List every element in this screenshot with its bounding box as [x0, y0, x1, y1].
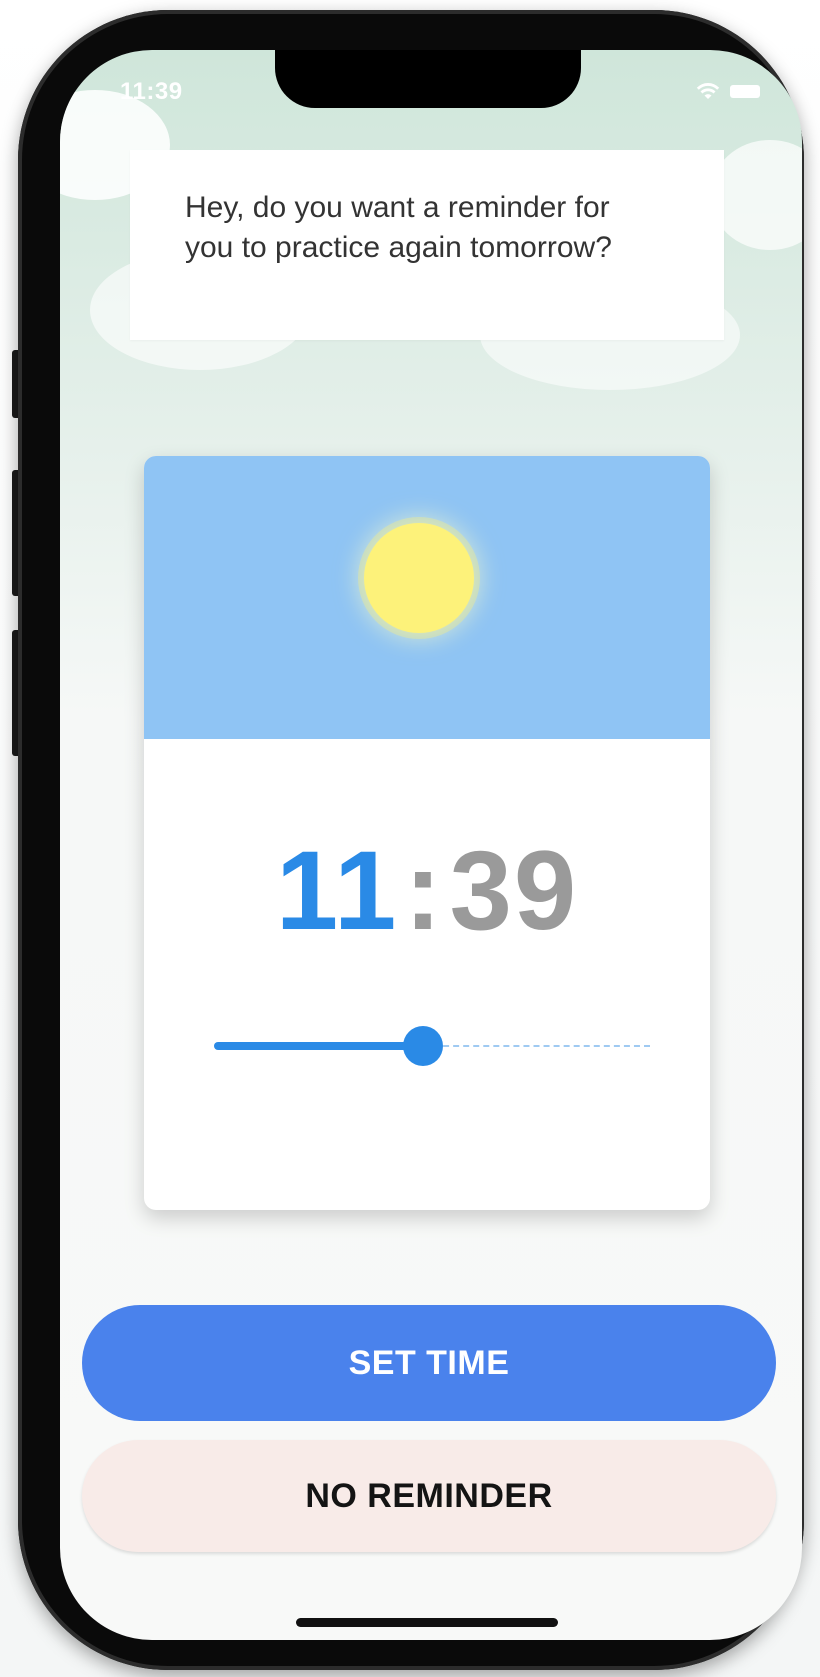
slider-thumb[interactable]: [403, 1026, 443, 1066]
sky-illustration: [144, 456, 710, 739]
time-minutes[interactable]: 39: [450, 828, 579, 953]
status-bar-icons: [696, 82, 760, 100]
set-time-button[interactable]: SET TIME: [82, 1305, 776, 1421]
time-slider[interactable]: [214, 1026, 650, 1066]
no-reminder-button[interactable]: NO REMINDER: [82, 1440, 776, 1552]
reminder-prompt-card: Hey, do you want a reminder for you to p…: [130, 150, 724, 340]
sun-icon: [364, 523, 474, 633]
time-picker-card: 11:39: [144, 456, 710, 1210]
time-separator: :: [404, 828, 444, 953]
device-mockup: 11:39 Hey, do you want a reminder for yo…: [0, 0, 820, 1677]
battery-icon: [730, 84, 760, 98]
home-indicator: [296, 1618, 558, 1627]
app-screen: 11:39 Hey, do you want a reminder for yo…: [60, 50, 802, 1640]
wifi-icon: [696, 82, 720, 100]
reminder-prompt-text: Hey, do you want a reminder for you to p…: [185, 191, 612, 264]
slider-track-filled: [214, 1042, 423, 1050]
time-hours[interactable]: 11: [276, 828, 398, 953]
time-display: 11:39: [144, 831, 710, 951]
slider-track-remaining: [423, 1045, 650, 1047]
notch: [275, 50, 581, 108]
status-bar-time: 11:39: [120, 78, 183, 105]
